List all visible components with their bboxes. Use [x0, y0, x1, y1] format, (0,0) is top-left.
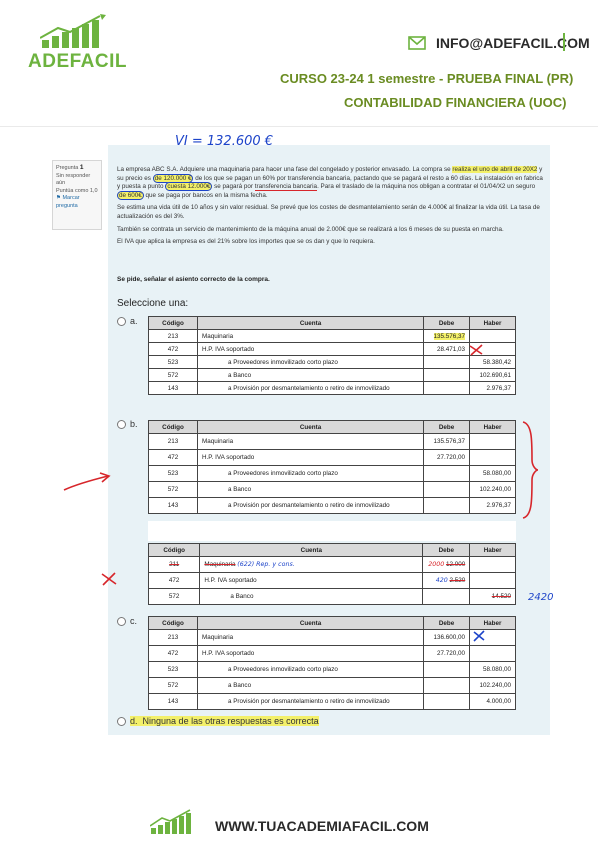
question-paragraph-3: También se contrata un servicio de mante…	[117, 225, 504, 233]
flag-icon: ⚑	[56, 195, 61, 201]
question-prompt: Se pide, señalar el asiento correcto de …	[117, 276, 270, 283]
table-header-row: Código Cuenta Debe Haber	[148, 420, 516, 434]
table-header-row: Código Cuenta Debe Haber	[148, 316, 516, 330]
option-b-table: Código Cuenta Debe Haber 213 Maquinaria 135.5…	[148, 420, 516, 514]
table-row: 523 a Proveedores inmovilizado corto plaz…	[148, 355, 516, 369]
table-row: 143 a Provisión por desmantelamiento o re…	[148, 381, 516, 395]
insurance-circled: de 600€	[117, 190, 144, 200]
handwritten-debe-note: 2000	[428, 561, 445, 568]
option-b-second-table: Código Cuenta Debe Haber 211 Maquinaria (622…	[147, 543, 516, 605]
radio-icon	[117, 617, 126, 627]
table-gap	[148, 521, 516, 541]
option-a-radio[interactable]: a.	[117, 316, 138, 327]
table-row: 572 a Banco 102.690,61	[148, 368, 516, 382]
question-paragraph-1: La empresa ABC S.A. Adquiere una maquina…	[117, 166, 543, 200]
option-d-label: d. Ninguna de las otras respuestas es co…	[130, 716, 319, 726]
handwritten-iva-note: 420	[435, 577, 448, 584]
table-row: 143 a Provisión por desmantelamiento o re…	[148, 497, 516, 514]
option-c-table: Código Cuenta Debe Haber 213 Maquinaria 136.6…	[148, 616, 516, 710]
question-text: La empresa ABC S.A. Adquiere una maquina…	[117, 166, 543, 251]
handwritten-account-note: (622) Rep. y cons.	[237, 561, 295, 568]
installation-circled: cuesta 12.000€	[165, 182, 213, 192]
question-label: Pregunta	[56, 165, 79, 171]
table-row: 572 a Banco 102.240,00	[148, 481, 516, 498]
flag-question-link[interactable]: ⚑ Marcar pregunta	[56, 195, 98, 210]
question-info-box: Pregunta 1 Sin responder aún Puntúa como…	[52, 160, 102, 230]
select-one-label: Seleccione una:	[117, 298, 189, 309]
radio-icon	[117, 420, 126, 430]
question-paragraph-4: El IVA que aplica la empresa es del 21% …	[117, 238, 375, 246]
option-d-radio[interactable]: d. Ninguna de las otras respuestas es co…	[117, 716, 319, 727]
question-status: Sin responder aún	[56, 172, 91, 187]
option-a-letter: a.	[130, 316, 138, 326]
table-row: 523 a Proveedores inmovilizado corto plaz…	[148, 661, 516, 678]
logo-chart-icon	[40, 14, 106, 48]
question-number: 1	[79, 164, 84, 171]
table-row: 213 Maquinaria 135.576,37	[148, 433, 516, 450]
radio-icon	[117, 717, 126, 727]
table-row: 472 H.P. IVA soportado 28.471,03	[148, 342, 516, 356]
header-rule	[0, 126, 598, 127]
handwritten-haber-note: 2420	[528, 592, 554, 603]
table-row: 523 a Proveedores inmovilizado corto plaz…	[148, 465, 516, 482]
table-row: 572 a Banco 14.520	[147, 588, 516, 605]
option-a-table: Código Cuenta Debe Haber 213 Maquinaria 135.5…	[148, 316, 516, 395]
red-brace-icon	[522, 421, 539, 519]
option-b-radio[interactable]: b.	[117, 419, 138, 430]
purchase-date-highlight: realiza el uno de abril de 20X2	[452, 166, 538, 173]
option-c-radio[interactable]: c.	[117, 616, 138, 627]
mail-icon	[408, 36, 426, 50]
subject-title: CONTABILIDAD FINANCIERA (UOC)	[344, 95, 567, 110]
transfer-underlined: transferencia bancaria	[254, 183, 318, 192]
question-score: Puntúa como 1,0	[56, 187, 98, 194]
option-b-letter: b.	[130, 419, 138, 429]
blue-cross-mark-icon	[473, 630, 485, 642]
table-row: 472 H.P. IVA soportado 27.720,00	[148, 449, 516, 466]
table-row: 211 Maquinaria (622) Rep. y cons. 2000 12.…	[147, 556, 516, 573]
table-row: 472 H.P. IVA soportado 27.720,00	[148, 645, 516, 662]
header-divider	[563, 33, 565, 51]
table-row: 572 a Banco 102.240,00	[148, 677, 516, 694]
red-arrow-icon	[63, 472, 111, 491]
footer-logo-chart-icon	[150, 809, 191, 834]
logo-text: ADEFACIL	[28, 51, 127, 72]
question-paragraph-2: Se estima una vida útil de 10 años y sin…	[117, 204, 540, 220]
red-cross-mark-icon	[469, 344, 483, 356]
footer-website-link[interactable]: WWW.TUACADEMIAFACIL.COM	[215, 818, 429, 834]
option-c-letter: c.	[130, 616, 138, 626]
table-row: 213 Maquinaria 135.576,37	[148, 329, 516, 343]
table-header-row: Código Cuenta Debe Haber	[147, 543, 516, 557]
red-cross-mark-icon	[101, 572, 117, 586]
contact-email-link[interactable]: INFO@ADEFACIL.COM	[436, 35, 590, 51]
radio-icon	[117, 317, 126, 327]
table-row: 472 H.P. IVA soportado 420 2.520	[147, 572, 516, 589]
table-row: 143 a Provisión por desmantelamiento o re…	[148, 693, 516, 710]
course-title: CURSO 23-24 1 semestre - PRUEBA FINAL (P…	[280, 71, 574, 86]
table-header-row: Código Cuenta Debe Haber	[148, 616, 516, 630]
table-row: 213 Maquinaria 136.600,00	[148, 629, 516, 646]
